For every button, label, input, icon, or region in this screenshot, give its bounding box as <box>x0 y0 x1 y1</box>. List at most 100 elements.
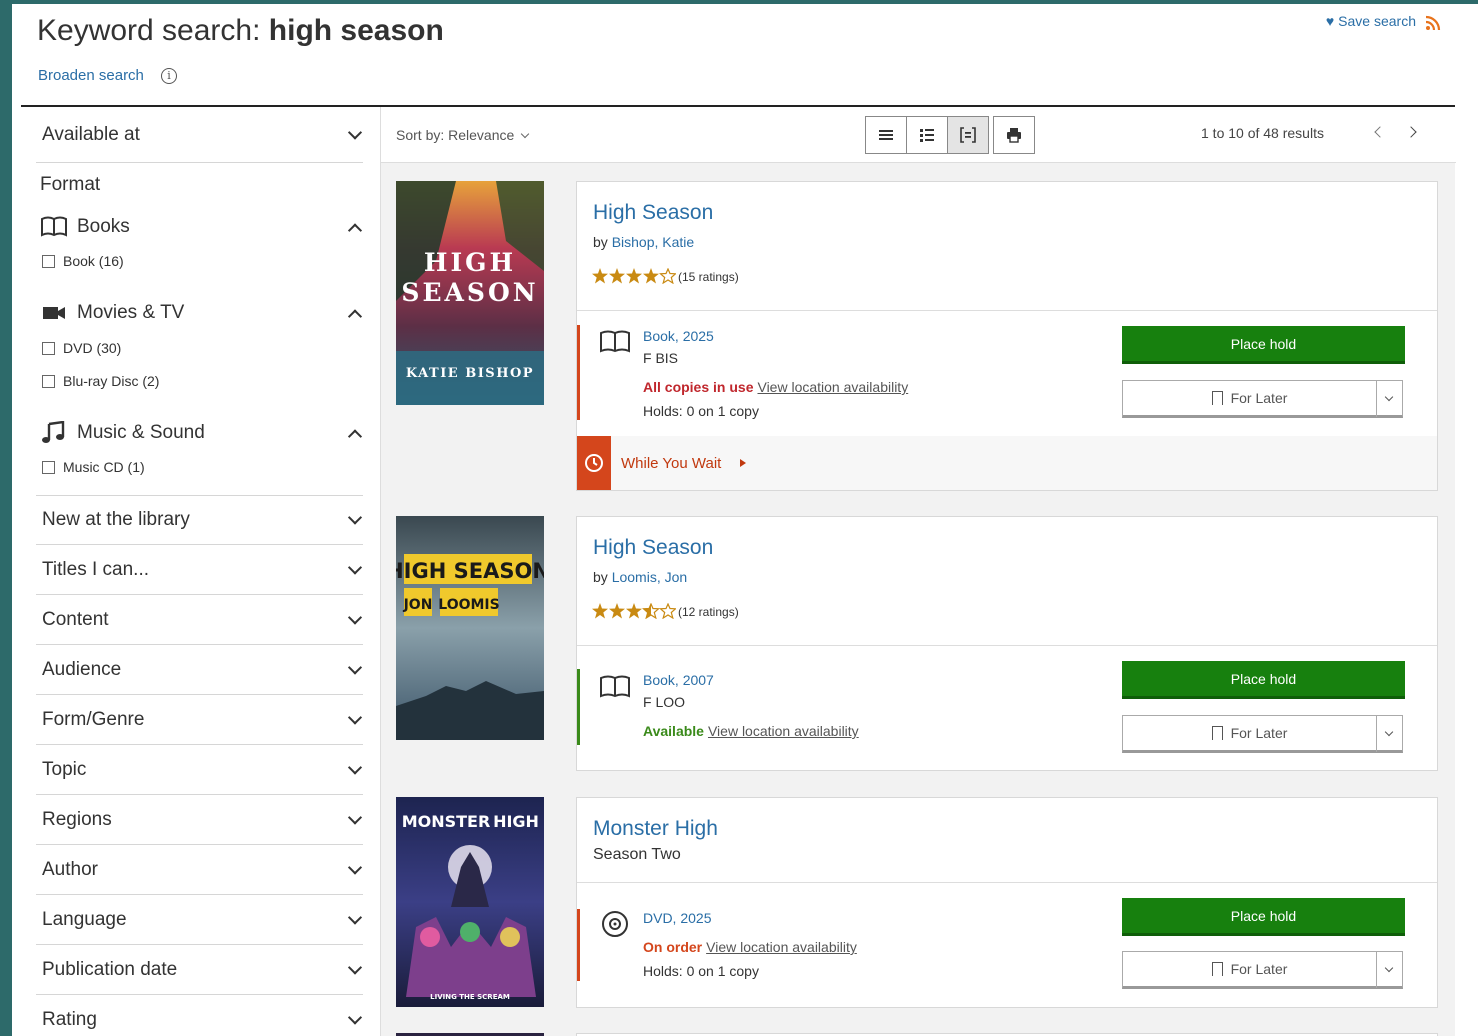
facet-label: Language <box>42 908 127 930</box>
facet-rating[interactable]: Rating <box>36 995 363 1036</box>
facet-label: Rating <box>42 1008 97 1030</box>
next-page-icon[interactable] <box>1405 126 1417 138</box>
view-list-button[interactable] <box>865 116 907 154</box>
format-year-link[interactable]: Book, 2007 <box>643 672 714 688</box>
for-later-text: For Later <box>1230 725 1288 741</box>
facet-available-at[interactable]: Available at <box>36 107 363 163</box>
cover-author: KATIE BISHOP <box>406 366 534 381</box>
save-search-link[interactable]: ♥ Save search <box>1326 13 1416 29</box>
author-link[interactable]: Loomis, Jon <box>612 569 687 585</box>
broaden-search-link[interactable]: Broaden search <box>38 67 144 84</box>
checkbox[interactable] <box>42 461 55 474</box>
format-group-books[interactable]: Books <box>40 213 363 243</box>
facet-audience[interactable]: Audience <box>36 645 363 695</box>
facet-content[interactable]: Content <box>36 595 363 645</box>
facet-label: Form/Genre <box>42 708 145 730</box>
facet-form-genre[interactable]: Form/Genre <box>36 695 363 745</box>
by-prefix: by <box>593 234 608 250</box>
view-card-button[interactable] <box>947 116 989 154</box>
cover-image-high-season-loomis[interactable]: HIGH SEASON JON LOOMIS <box>396 516 544 740</box>
facet-new-at-library[interactable]: New at the library <box>36 496 363 545</box>
results-count: 1 to 10 of 48 results <box>1201 125 1324 141</box>
facet-author[interactable]: Author <box>36 845 363 895</box>
cover-image-monster-high[interactable]: MONSTER HIGH LIVING THE SCREAM <box>396 797 544 1007</box>
title-query: high season <box>268 14 444 47</box>
previous-page-icon[interactable] <box>1374 126 1386 138</box>
place-hold-button[interactable]: Place hold <box>1122 898 1405 936</box>
availability-bar <box>577 909 580 981</box>
format-group-music-sound[interactable]: Music & Sound <box>40 419 363 449</box>
availability-status: On order View location availability <box>643 939 857 955</box>
for-later-button[interactable]: For Later <box>1122 380 1403 418</box>
results-toolbar: Sort by: Relevance 1 to 10 of 48 results <box>381 107 1456 163</box>
facet-regions[interactable]: Regions <box>36 795 363 845</box>
cover-title-2: HIGH <box>493 812 539 831</box>
format-group-movies-tv[interactable]: Movies & TV <box>40 299 363 329</box>
rss-icon[interactable] <box>1425 15 1441 31</box>
music-note-icon <box>42 421 65 443</box>
facet-topic[interactable]: Topic <box>36 745 363 795</box>
cover-title-line2: SEASON <box>401 278 538 307</box>
sort-label: Sort by: Relevance <box>396 127 515 143</box>
for-later-button[interactable]: For Later <box>1122 715 1403 753</box>
book-icon <box>41 216 67 237</box>
place-hold-button[interactable]: Place hold <box>1122 661 1405 699</box>
result-title[interactable]: High Season <box>593 201 713 225</box>
format-option-book[interactable]: Book (16) <box>42 253 124 269</box>
view-location-availability-link[interactable]: View location availability <box>757 379 908 395</box>
format-option-bluray[interactable]: Blu-ray Disc (2) <box>42 373 159 389</box>
holds-info: Holds: 0 on 1 copy <box>643 963 759 979</box>
option-label: Music CD (1) <box>63 459 145 475</box>
for-later-button[interactable]: For Later <box>1122 951 1403 989</box>
status-text: On order <box>643 939 703 955</box>
sort-dropdown[interactable]: Sort by: Relevance <box>396 127 530 143</box>
facet-publication-date[interactable]: Publication date <box>36 945 363 995</box>
chevron-down-icon <box>347 510 363 525</box>
format-year-link[interactable]: Book, 2025 <box>643 328 714 344</box>
result-title[interactable]: Monster High <box>593 817 718 841</box>
bulleted-list-icon <box>920 129 934 142</box>
book-icon <box>600 675 630 698</box>
result-title[interactable]: High Season <box>593 536 713 560</box>
for-later-label: For Later <box>1123 390 1376 406</box>
view-location-availability-link[interactable]: View location availability <box>708 723 859 739</box>
format-option-music-cd[interactable]: Music CD (1) <box>42 459 145 475</box>
info-icon[interactable]: i <box>161 68 177 84</box>
chevron-down-icon <box>347 759 363 775</box>
format-option-dvd[interactable]: DVD (30) <box>42 340 121 356</box>
view-detail-list-button[interactable] <box>906 116 948 154</box>
checkbox[interactable] <box>42 342 55 355</box>
chevron-down-icon[interactable] <box>1384 963 1394 973</box>
result-author: by Bishop, Katie <box>593 234 694 250</box>
facet-language[interactable]: Language <box>36 895 363 945</box>
star-rating <box>592 268 676 284</box>
cover-title-1: MONSTER <box>402 812 491 831</box>
chevron-down-icon <box>347 709 363 725</box>
facet-titles-i-can[interactable]: Titles I can... <box>36 545 363 595</box>
place-hold-button[interactable]: Place hold <box>1122 326 1405 364</box>
holds-info: Holds: 0 on 1 copy <box>643 403 759 419</box>
cover-image-high-season-bishop[interactable]: HIGH SEASON KATIE BISHOP <box>396 181 544 405</box>
print-button[interactable] <box>993 116 1035 154</box>
result-card: High Season by Loomis, Jon (12 ratings) … <box>576 516 1438 771</box>
format-year-link[interactable]: DVD, 2025 <box>643 910 711 926</box>
facet-label: Regions <box>42 808 112 830</box>
chevron-down-icon[interactable] <box>1384 392 1394 402</box>
while-you-wait-row[interactable]: While You Wait <box>577 436 1437 490</box>
chevron-down-icon[interactable] <box>1384 727 1394 737</box>
call-number: F LOO <box>643 694 686 710</box>
card-divider <box>577 882 1437 883</box>
star-rating <box>592 603 676 619</box>
checkbox[interactable] <box>42 375 55 388</box>
for-later-text: For Later <box>1230 390 1288 406</box>
result-subtitle: Season Two <box>593 846 681 863</box>
facet-label: Topic <box>42 758 87 780</box>
checkbox[interactable] <box>42 255 55 268</box>
author-link[interactable]: Bishop, Katie <box>612 234 695 250</box>
facet-label: Available at <box>42 123 140 145</box>
chevron-down-icon <box>347 609 363 625</box>
chevron-down-icon <box>347 909 363 925</box>
results-area: Sort by: Relevance 1 to 10 of 48 results <box>380 107 1456 1036</box>
view-location-availability-link[interactable]: View location availability <box>706 939 857 955</box>
card-divider <box>577 645 1437 646</box>
